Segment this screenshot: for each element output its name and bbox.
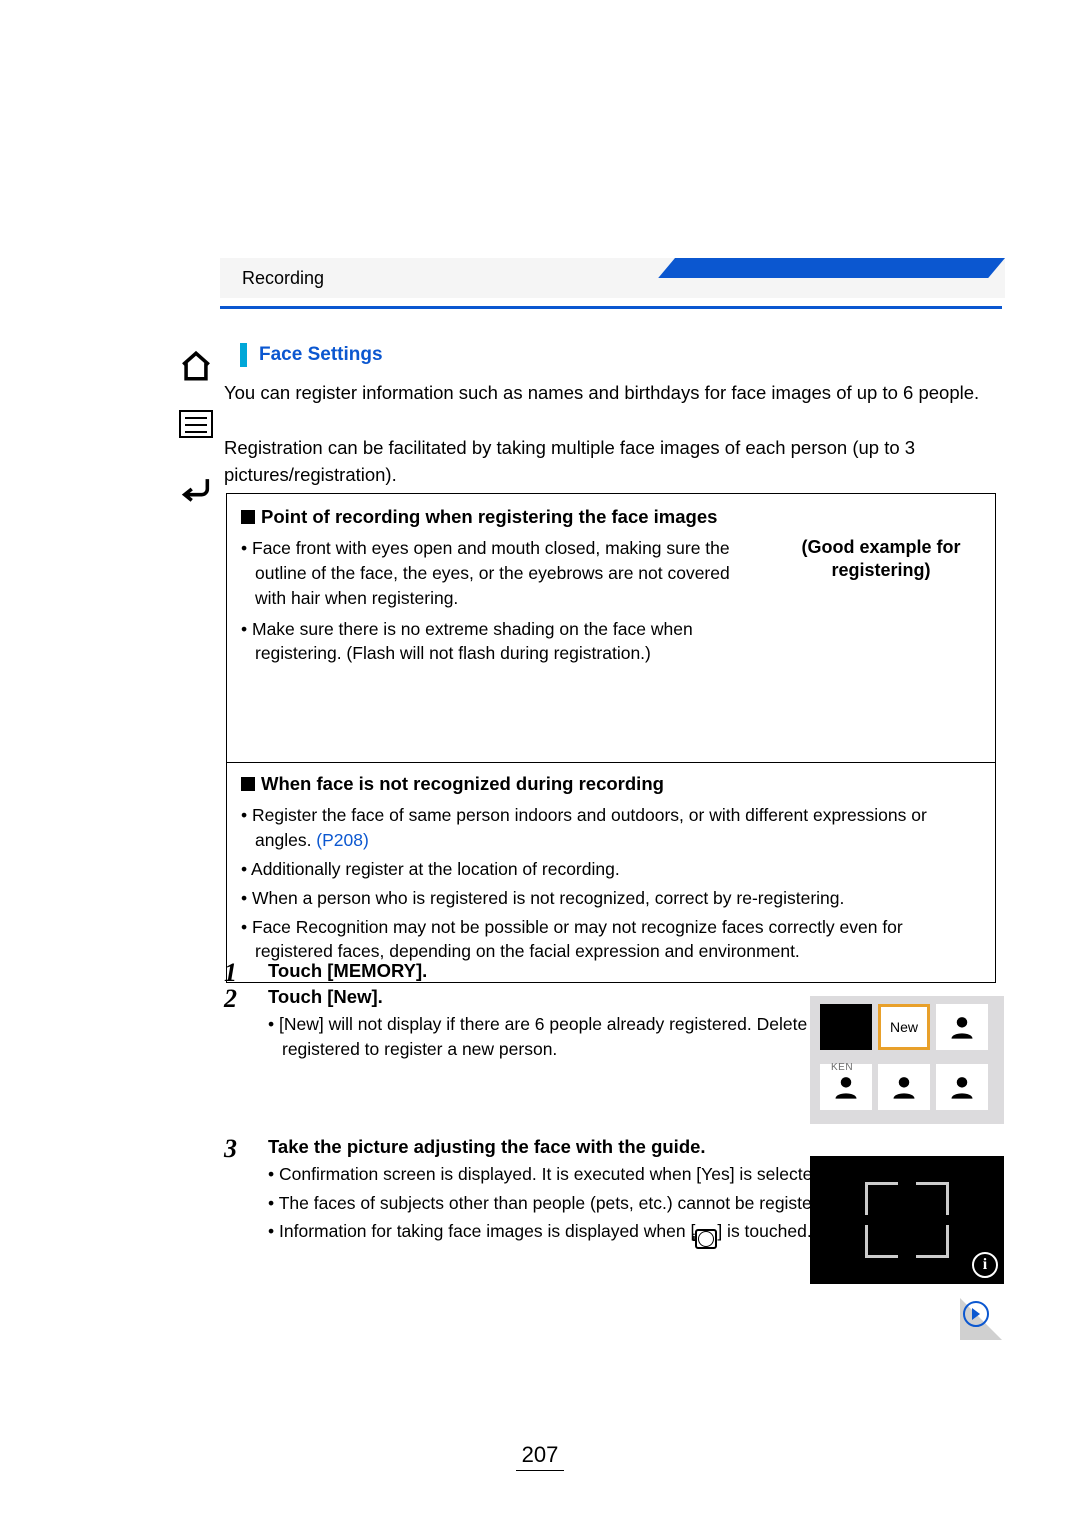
guide-corner (865, 1225, 898, 1258)
memory-slot-ken (820, 1004, 872, 1050)
tips-box: Point of recording when registering the … (226, 493, 996, 983)
continue-arrow[interactable] (960, 1298, 1002, 1340)
person-icon (890, 1073, 918, 1101)
intro-paragraph-1: You can register information such as nam… (224, 380, 1000, 407)
person-icon (948, 1013, 976, 1041)
box-heading-1: Point of recording when registering the … (241, 506, 981, 528)
person-icon (948, 1073, 976, 1101)
guide-corner (865, 1182, 898, 1215)
section-accent-bar (240, 343, 247, 367)
header-accent (658, 258, 1005, 278)
memory-slot-new[interactable]: New (878, 1004, 930, 1050)
step-3-title: Take the picture adjusting the face with… (268, 1136, 1000, 1158)
intro-paragraph-2: Registration can be facilitated by takin… (224, 435, 1000, 489)
page-link-p208[interactable]: (P208) (316, 830, 369, 850)
box-divider (227, 762, 995, 763)
memory-slot-empty (878, 1064, 930, 1110)
guide-corner (916, 1225, 949, 1258)
square-bullet-icon (241, 777, 255, 791)
good-example-label: (Good example for registering) (781, 536, 981, 672)
step-number-2: 2 (224, 986, 248, 1066)
page-number: 207 (0, 1442, 1080, 1471)
info-icon[interactable]: i (972, 1252, 998, 1278)
step-1-title: Touch [MEMORY]. (268, 960, 1000, 982)
box-bullets-1: Face front with eyes open and mouth clos… (241, 536, 761, 672)
contents-icon[interactable] (175, 403, 217, 445)
header-rule (220, 306, 1002, 309)
face-guide-figure: i (810, 1156, 1004, 1284)
home-icon[interactable] (175, 345, 217, 387)
memory-grid-figure: New KEN (810, 996, 1004, 1124)
step-number-3: 3 (224, 1136, 248, 1253)
memory-slot-empty (936, 1004, 988, 1050)
arrow-right-icon (962, 1300, 990, 1328)
step-number-1: 1 (224, 960, 248, 986)
box-heading-2: When face is not recognized during recor… (241, 773, 981, 795)
guide-corner (916, 1182, 949, 1215)
square-bullet-icon (241, 510, 255, 524)
box-bullets-2: Register the face of same person indoors… (241, 803, 981, 964)
ken-label: KEN (831, 1062, 853, 1073)
memory-slot-empty (936, 1064, 988, 1110)
header-strip: Recording (220, 258, 1005, 298)
info-icon: i (695, 1229, 717, 1249)
back-icon[interactable] (175, 468, 217, 510)
person-icon (832, 1073, 860, 1101)
section-title: Face Settings (240, 340, 383, 370)
section-title-text: Face Settings (259, 344, 383, 366)
breadcrumb: Recording (242, 268, 324, 289)
